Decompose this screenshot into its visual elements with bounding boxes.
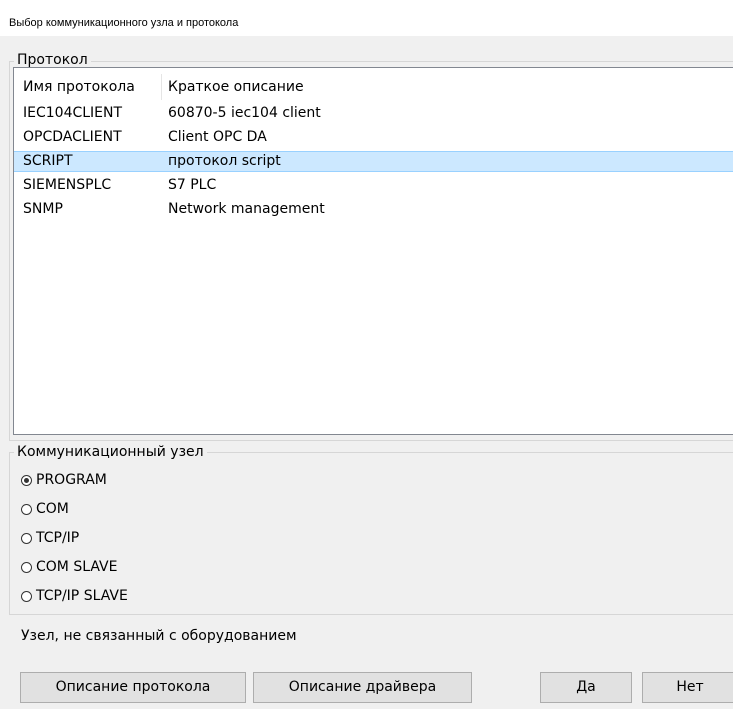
driver-description-button[interactable]: Описание драйвера <box>253 672 472 703</box>
radio-unchecked-icon[interactable] <box>21 561 32 573</box>
title-bar: Выбор коммуникационного узла и протокола <box>0 0 733 36</box>
protocol-row-siemensplc[interactable]: SIEMENSPLC S7 PLC <box>14 175 733 196</box>
protocol-description: Network management <box>168 201 325 217</box>
radio-label: COM SLAVE <box>36 559 118 575</box>
radio-tcpip-slave[interactable]: TCP/IP SLAVE <box>21 586 128 606</box>
protocol-group-legend: Протокол <box>14 52 91 68</box>
protocol-list[interactable]: Имя протокола Краткое описание IEC104CLI… <box>13 67 733 435</box>
protocol-name: IEC104CLIENT <box>23 105 123 121</box>
radio-unchecked-icon[interactable] <box>21 532 32 544</box>
protocol-name: OPCDACLIENT <box>23 129 122 145</box>
column-header-description[interactable]: Краткое описание <box>168 68 304 98</box>
protocol-description: Client OPC DA <box>168 129 267 145</box>
node-group-legend: Коммуникационный узел <box>14 444 207 460</box>
protocol-name: SIEMENSPLC <box>23 177 112 193</box>
radio-tcpip[interactable]: TCP/IP <box>21 528 79 548</box>
protocol-description-button[interactable]: Описание протокола <box>20 672 246 703</box>
radio-unchecked-icon[interactable] <box>21 590 32 602</box>
node-description: Узел, не связанный с оборудованием <box>21 628 297 644</box>
protocol-row-snmp[interactable]: SNMP Network management <box>14 199 733 220</box>
radio-program[interactable]: PROGRAM <box>21 470 107 490</box>
column-separator[interactable] <box>161 74 162 100</box>
window-title: Выбор коммуникационного узла и протокола <box>9 17 239 29</box>
radio-label: TCP/IP <box>36 530 80 546</box>
no-button[interactable]: Нет <box>642 672 733 703</box>
protocol-description: 60870-5 iec104 client <box>168 105 321 121</box>
protocol-name: SNMP <box>23 201 63 217</box>
protocol-description: S7 PLC <box>168 177 217 193</box>
protocol-name: SCRIPT <box>23 153 73 169</box>
radio-com[interactable]: COM <box>21 499 69 519</box>
protocol-list-header: Имя протокола Краткое описание <box>14 68 733 100</box>
radio-com-slave[interactable]: COM SLAVE <box>21 557 117 577</box>
column-header-name[interactable]: Имя протокола <box>23 68 135 98</box>
radio-label: COM <box>36 501 69 517</box>
radio-unchecked-icon[interactable] <box>21 503 32 515</box>
protocol-row-iec104client[interactable]: IEC104CLIENT 60870-5 iec104 client <box>14 103 733 124</box>
yes-button[interactable]: Да <box>540 672 632 703</box>
radio-checked-icon[interactable] <box>21 474 32 486</box>
radio-label: PROGRAM <box>36 472 107 488</box>
protocol-row-script[interactable]: SCRIPT протокол script <box>14 151 733 172</box>
protocol-description: протокол script <box>168 153 281 169</box>
protocol-row-opcdaclient[interactable]: OPCDACLIENT Client OPC DA <box>14 127 733 148</box>
radio-label: TCP/IP SLAVE <box>36 588 128 604</box>
